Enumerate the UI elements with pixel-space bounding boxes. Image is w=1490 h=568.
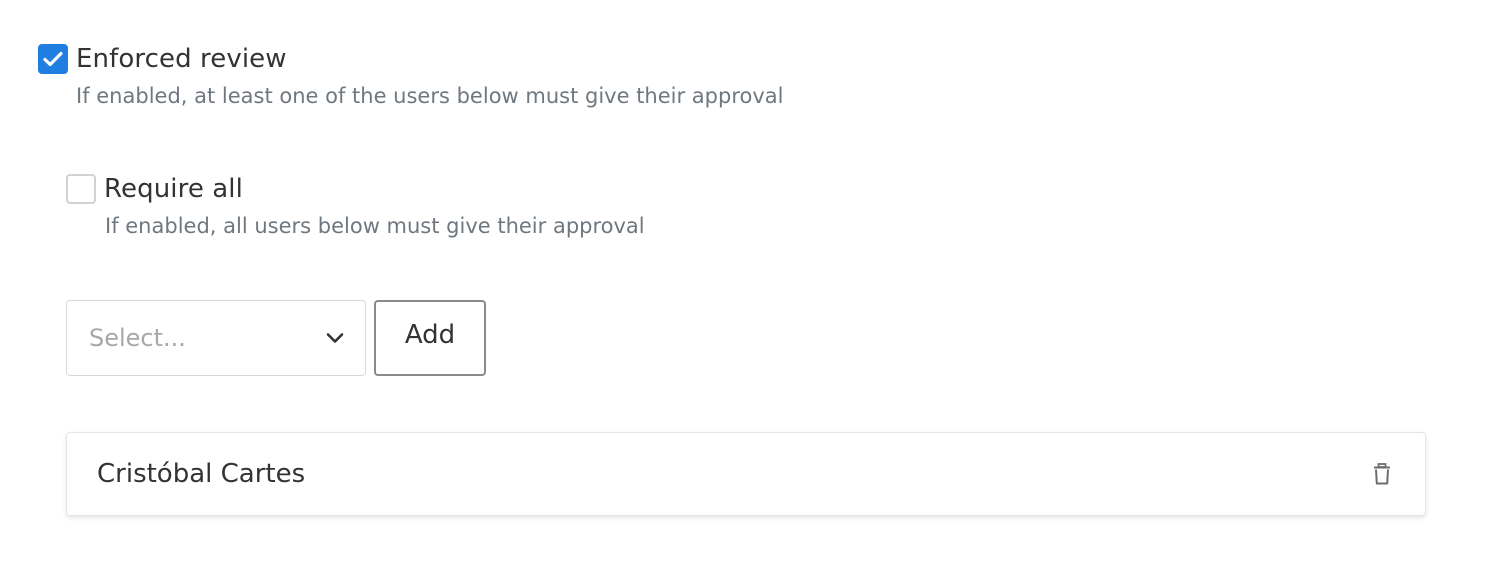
require-all-help-text: If enabled, all users below must give th… [105, 214, 645, 238]
require-all-checkbox-row[interactable]: Require all [66, 174, 243, 204]
checkmark-icon [43, 51, 63, 67]
enforced-review-help-text: If enabled, at least one of the users be… [76, 84, 784, 108]
enforced-review-checkbox[interactable] [38, 44, 68, 74]
enforced-review-checkbox-row[interactable]: Enforced review [38, 44, 287, 74]
trash-icon[interactable] [1373, 463, 1391, 485]
list-item: Cristóbal Cartes [66, 432, 1426, 516]
enforced-review-label[interactable]: Enforced review [76, 44, 287, 74]
require-all-label[interactable]: Require all [104, 174, 243, 204]
user-name: Cristóbal Cartes [97, 459, 306, 489]
user-select[interactable]: Select... [66, 300, 366, 376]
user-select-placeholder: Select... [89, 324, 186, 352]
chevron-down-icon[interactable] [325, 332, 345, 344]
require-all-checkbox[interactable] [66, 174, 96, 204]
add-user-button[interactable]: Add [374, 300, 486, 376]
